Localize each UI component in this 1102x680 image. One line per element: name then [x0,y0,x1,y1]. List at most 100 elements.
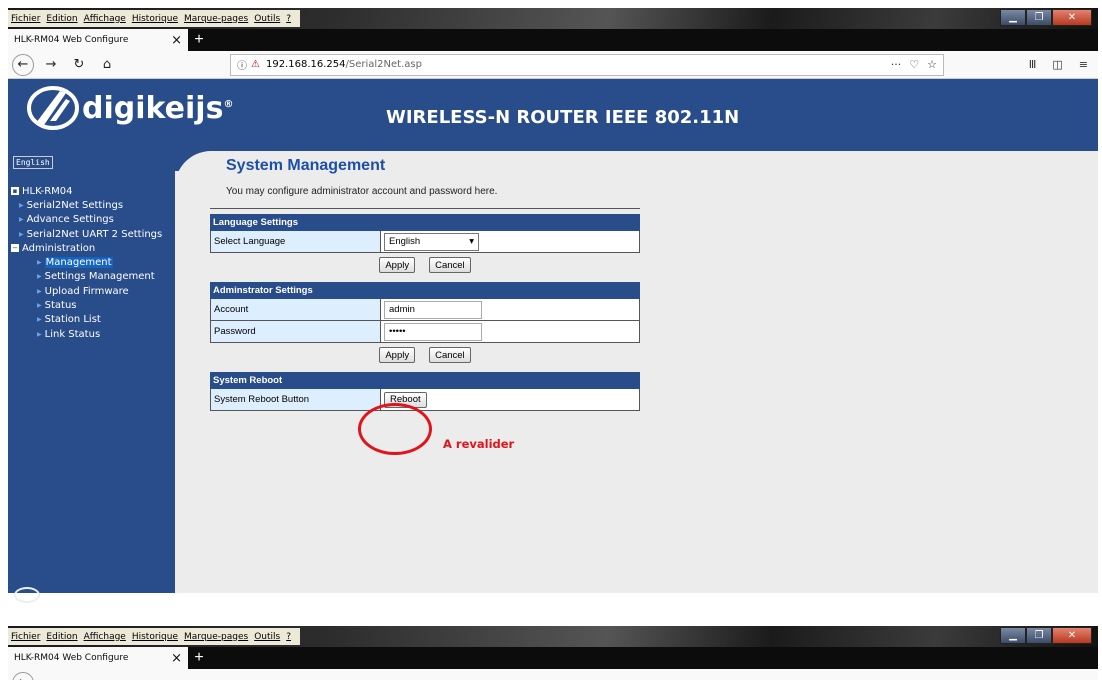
language-selector[interactable]: English [13,156,53,169]
language-cancel-button[interactable]: Cancel [429,257,471,273]
main-panel: System Management You may configure admi… [210,151,640,411]
menu-edition[interactable]: Edition [46,632,77,642]
brand-name: digikeijs® [82,90,234,126]
menu-edition[interactable]: Edition [46,14,77,24]
window-controls-2: ▁ ❐ ✕ [1000,627,1092,644]
new-tab-button[interactable]: + [188,29,210,51]
account-input[interactable]: admin [384,300,482,319]
maximize-button[interactable]: ❐ [1026,627,1052,644]
url-path: /Serial2Net.asp [345,59,422,70]
sidebar-item-management[interactable]: ▶ Management [11,255,162,269]
bullet-icon: ▶ [37,259,42,267]
sidebar-item-advance[interactable]: ▶ Advance Settings [11,213,162,227]
reload-button[interactable]: ↻ [68,54,90,76]
language-buttons: Apply Cancel [210,253,640,277]
sidebar-item-upload-firmware[interactable]: ▶ Upload Firmware [11,284,162,298]
sidebar-icon[interactable]: ◫ [1052,58,1062,71]
language-label: Select Language [211,231,381,252]
menu-outils[interactable]: Outils [254,14,280,24]
menu-outils[interactable]: Outils [254,632,280,642]
menu-marque-pages[interactable]: Marque-pages [184,632,248,642]
back-button[interactable]: ← [12,53,34,76]
menu-marque-pages[interactable]: Marque-pages [184,14,248,24]
new-tab-button[interactable]: + [188,647,210,669]
dropdown-arrow-icon: ▾ [469,236,474,247]
back-button[interactable]: ← [12,671,34,680]
bullet-icon: ▶ [37,273,42,281]
menu-historique[interactable]: Historique [132,14,178,24]
sidebar-curve [175,151,215,191]
language-section-header: Language Settings [210,214,640,231]
password-input[interactable]: ••••• [384,322,482,341]
minimize-button[interactable]: ▁ [1000,9,1026,26]
account-row: Account admin [210,299,640,321]
home-icon[interactable]: ⌂ [96,54,118,76]
sidebar: English ▪ HLK-RM04 ▶ Serial2Net Settings ▶… [8,151,175,603]
device-icon: ▪ [11,187,19,196]
hamburger-menu-icon[interactable]: ≡ [1079,58,1088,71]
admin-section-header: Adminstrator Settings [210,282,640,299]
pocket-icon[interactable]: ♡ [909,58,919,71]
admin-buttons: Apply Cancel [210,343,640,367]
sidebar-item-link-status[interactable]: ▶ Link Status [11,327,162,341]
menu-affichage[interactable]: Affichage [84,632,126,642]
collapse-icon[interactable]: − [11,244,19,253]
tree-root[interactable]: ▪ HLK-RM04 [11,184,162,198]
menu-bar-2: Fichier Edition Affichage Historique Mar… [8,628,300,645]
maximize-button[interactable]: ❐ [1026,9,1052,26]
tab-title: HLK-RM04 Web Configure [14,35,129,45]
sidebar-item-administration[interactable]: − Administration [11,241,162,255]
tab-bar: HLK-RM04 Web Configure × + [8,29,1098,51]
bullet-icon: ▶ [37,302,42,310]
url-bar[interactable]: ⓘ ⚠ 192.168.16.254 /Serial2Net.asp ··· ♡… [230,53,944,76]
language-apply-button[interactable]: Apply [379,257,416,273]
browser-tab-2[interactable]: HLK-RM04 Web Configure × [8,647,188,669]
forward-button[interactable]: → [40,54,62,76]
divider [210,208,640,209]
password-row: Password ••••• [210,321,640,343]
bullet-icon: ▶ [37,316,42,324]
sidebar-item-serial2net[interactable]: ▶ Serial2Net Settings [11,198,162,212]
admin-apply-button[interactable]: Apply [379,347,416,363]
menu-bar: Fichier Edition Affichage Historique Mar… [8,10,300,27]
sidebar-item-settings-management[interactable]: ▶ Settings Management [11,270,162,284]
browser-tab[interactable]: HLK-RM04 Web Configure × [8,29,188,51]
close-tab-icon[interactable]: × [171,651,182,666]
insecure-lock-icon[interactable]: ⚠ [251,59,260,70]
url-actions: ··· ♡ ☆ [891,58,937,71]
nav-bar-2: ← [8,669,1098,680]
banner-title: WIRELESS-N ROUTER IEEE 802.11N [386,107,740,128]
sidebar-item-station-list[interactable]: ▶ Station List [11,313,162,327]
menu-fichier[interactable]: Fichier [11,14,40,24]
library-icon[interactable]: Ⅲ [1029,58,1037,71]
bookmark-star-icon[interactable]: ☆ [927,58,937,71]
info-icon[interactable]: ⓘ [237,57,247,72]
close-window-button[interactable]: ✕ [1052,627,1092,644]
reboot-row: System Reboot Button Reboot [210,389,640,411]
sidebar-item-uart2[interactable]: ▶ Serial2Net UART 2 Settings [11,227,162,241]
page-title: System Management [226,157,386,174]
nav-tree: ▪ HLK-RM04 ▶ Serial2Net Settings ▶ Advance … [11,184,162,341]
close-tab-icon[interactable]: × [171,33,182,48]
digikeijs-logo: digikeijs® [26,85,233,131]
annotation-text: A revalider [443,437,515,451]
sidebar-item-status[interactable]: ▶ Status [11,298,162,312]
close-window-button[interactable]: ✕ [1052,9,1092,26]
bullet-icon: ▶ [19,216,24,224]
admin-cancel-button[interactable]: Cancel [429,347,471,363]
language-select[interactable]: English ▾ [384,232,479,251]
tab-bar-2: HLK-RM04 Web Configure × + [8,647,1098,669]
menu-affichage[interactable]: Affichage [84,14,126,24]
tab-title: HLK-RM04 Web Configure [14,653,129,663]
browser-window: Fichier Edition Affichage Historique Mar… [8,8,1098,603]
page-actions-icon[interactable]: ··· [891,58,902,71]
menu-fichier[interactable]: Fichier [11,632,40,642]
bullet-icon: ▶ [37,330,42,338]
menu-help[interactable]: ? [286,14,291,24]
minimize-button[interactable]: ▁ [1000,627,1026,644]
title-bar-2: Fichier Edition Affichage Historique Mar… [8,626,1098,647]
annotation-circle [358,403,432,455]
toolbar-right: Ⅲ ◫ ≡ [1029,58,1094,71]
menu-historique[interactable]: Historique [132,632,178,642]
menu-help[interactable]: ? [286,632,291,642]
